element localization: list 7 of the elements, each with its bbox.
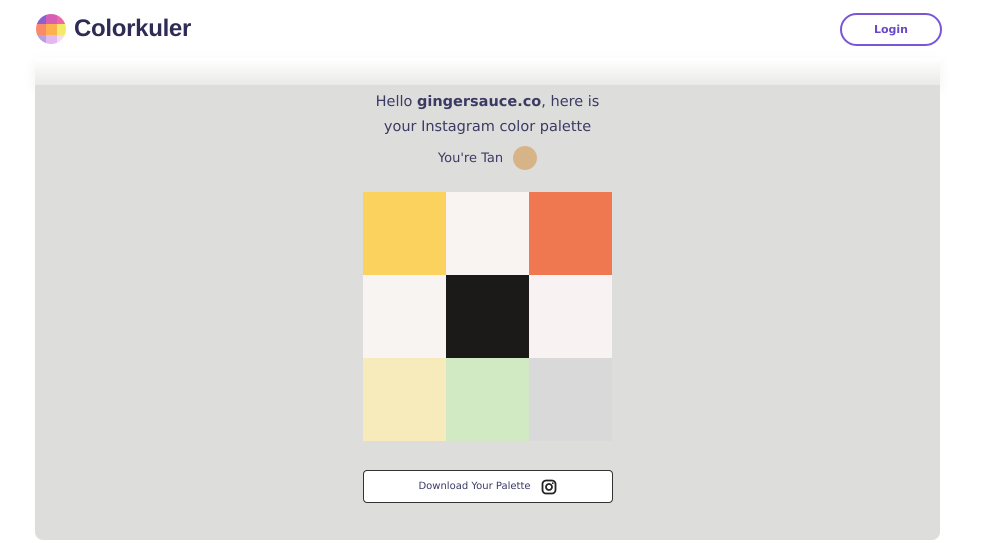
logo-icon bbox=[35, 13, 67, 45]
instagram-icon bbox=[540, 478, 557, 494]
download-button[interactable]: Download Your Palette bbox=[362, 470, 612, 503]
login-button[interactable]: Login bbox=[840, 12, 942, 46]
greeting-text: Hello gingersauce.co, here is your Instagram color palette bbox=[374, 93, 600, 137]
brand-name: Colorkuler bbox=[74, 15, 192, 43]
skin-tone-label: You're Tan bbox=[438, 150, 504, 166]
